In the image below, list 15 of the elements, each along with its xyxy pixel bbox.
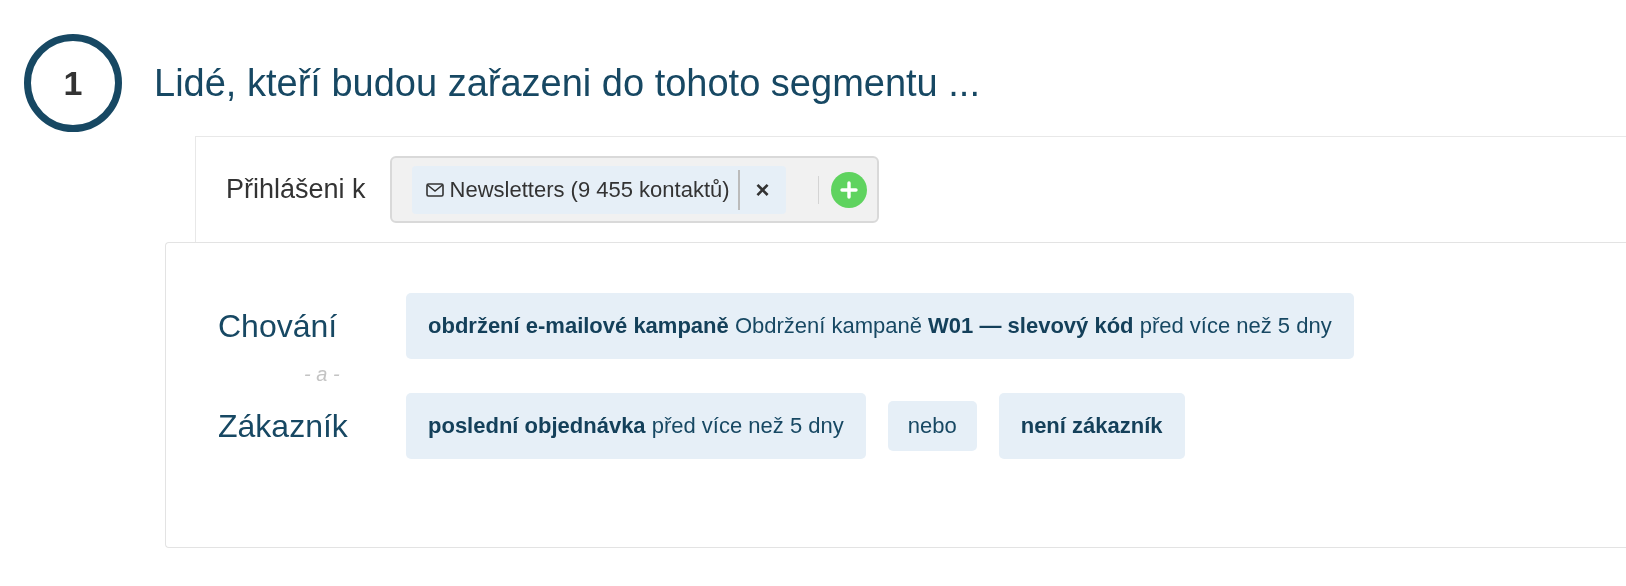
field-label: Přihlášeni k xyxy=(226,174,366,205)
tag-label: Newsletters (9 455 kontaktů) xyxy=(449,176,730,203)
condition-label: Zákazník xyxy=(218,407,349,445)
remove-tag-button[interactable]: × xyxy=(739,165,786,214)
section-title: Lidé, kteří budou zařazeni do tohoto segmentu ... xyxy=(154,61,980,105)
envelope-icon xyxy=(425,182,444,197)
condition-chip[interactable]: poslední objednávka před více než 5 dny xyxy=(406,393,866,459)
condition-chip[interactable]: obdržení e-mailové kampaně Obdržení kampaně W01 — slevový kód před více než 5 dny xyxy=(406,293,1354,359)
or-connector: nebo xyxy=(887,401,977,451)
condition-chip[interactable]: není zákazník xyxy=(998,393,1185,459)
add-icon[interactable] xyxy=(830,171,867,208)
list-select-field[interactable]: Newsletters (9 455 kontaktů) × xyxy=(389,156,879,223)
condition-label: Chování xyxy=(218,307,339,345)
step-number: 1 xyxy=(24,34,122,132)
and-joiner: - a - xyxy=(304,363,341,387)
